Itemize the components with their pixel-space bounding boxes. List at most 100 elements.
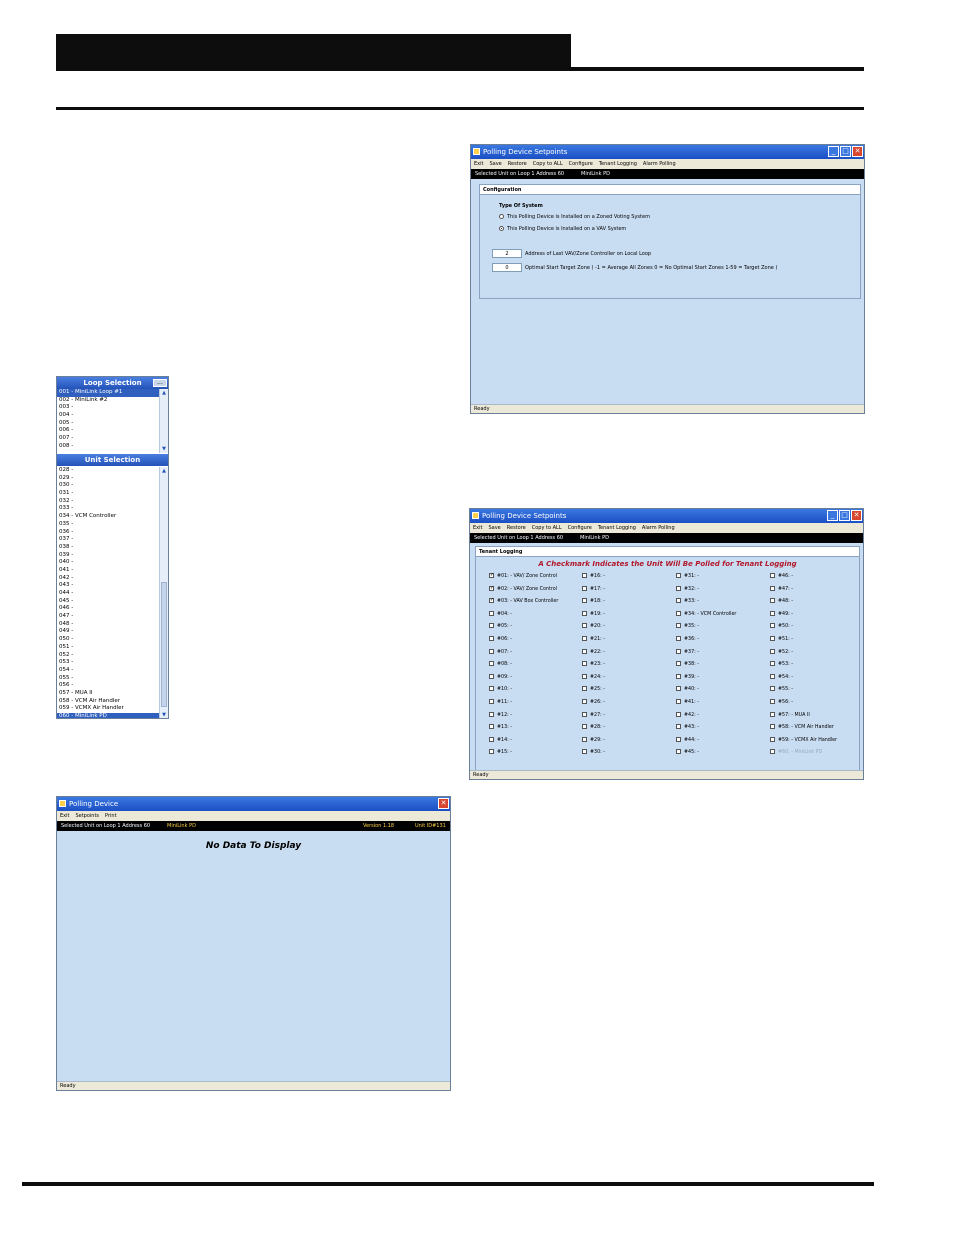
checkbox-icon[interactable]: [676, 598, 681, 604]
close-icon[interactable]: ✕: [438, 798, 449, 809]
tenant-checkbox-item[interactable]: #24: -: [582, 673, 605, 681]
menu-item[interactable]: Alarm Polling: [643, 161, 676, 167]
list-item[interactable]: 054 -: [57, 667, 159, 675]
checkbox-icon[interactable]: [489, 673, 494, 679]
menu-item[interactable]: Configure: [568, 525, 592, 531]
menu-item[interactable]: Copy to ALL: [533, 161, 563, 167]
list-item[interactable]: 043 -: [57, 582, 159, 590]
menu-item[interactable]: Print: [105, 813, 117, 819]
checkbox-icon[interactable]: [770, 673, 775, 679]
tenant-checkbox-item[interactable]: #08: -: [489, 661, 512, 668]
checkbox-icon[interactable]: [489, 661, 494, 667]
list-item[interactable]: 041 -: [57, 567, 159, 575]
tenant-checkbox-item[interactable]: #09: -: [489, 673, 512, 681]
menu-item[interactable]: Tenant Logging: [598, 525, 636, 531]
tenant-checkbox-item[interactable]: #32: -: [676, 585, 699, 593]
tenant-checkbox-item[interactable]: #52: -: [770, 648, 793, 656]
unit-scrollbar[interactable]: ▲ ▼: [159, 467, 168, 718]
minimize-icon[interactable]: _: [828, 146, 839, 157]
tenant-checkbox-item[interactable]: #36: -: [676, 636, 699, 643]
checkbox-icon[interactable]: [770, 724, 775, 730]
menu-item[interactable]: Save: [488, 525, 500, 531]
checkbox-icon[interactable]: [582, 661, 587, 667]
list-item[interactable]: 049 -: [57, 628, 159, 636]
tenant-checkbox-item[interactable]: ✓ #02: - VAV/ Zone Control: [489, 585, 557, 593]
tenant-checkbox-item[interactable]: #47: -: [770, 585, 793, 593]
tenant-checkbox-item[interactable]: #50: -: [770, 623, 793, 630]
tenant-checkbox-item[interactable]: #49: -: [770, 610, 793, 618]
tenant-checkbox-item[interactable]: #14: -: [489, 736, 512, 744]
list-item[interactable]: 047 -: [57, 613, 159, 621]
tenant-checkbox-item[interactable]: #57: - MUA II: [770, 711, 810, 719]
optimal-start-input[interactable]: 0: [492, 263, 522, 272]
checkbox-icon[interactable]: [489, 610, 494, 616]
checkbox-icon[interactable]: [676, 673, 681, 679]
checkbox-icon[interactable]: [676, 585, 681, 591]
checkbox-icon[interactable]: [582, 585, 587, 591]
tenant-checkbox-item[interactable]: #43: -: [676, 724, 699, 731]
checkbox-checked-icon[interactable]: ✓: [489, 573, 494, 578]
list-item[interactable]: 001 - MiniLink Loop #1: [57, 389, 159, 397]
menu-item[interactable]: Alarm Polling: [642, 525, 675, 531]
list-item[interactable]: 055 -: [57, 675, 159, 683]
tenant-checkbox-item[interactable]: #30: -: [582, 749, 605, 756]
tenant-checkbox-item[interactable]: #54: -: [770, 673, 793, 681]
tenant-checkbox-item[interactable]: #07: -: [489, 648, 512, 656]
checkbox-icon[interactable]: [676, 736, 681, 742]
tenant-checkbox-item[interactable]: #20: -: [582, 623, 605, 630]
list-item[interactable]: 040 -: [57, 559, 159, 567]
list-item[interactable]: 050 -: [57, 636, 159, 644]
menu-item[interactable]: Restore: [507, 525, 526, 531]
checkbox-icon[interactable]: [676, 724, 681, 730]
loop-list[interactable]: 001 - MiniLink Loop #1 002 - MiniLink #2 0…: [57, 389, 159, 453]
list-item[interactable]: 028 -: [57, 467, 159, 475]
checkbox-icon[interactable]: [676, 610, 681, 616]
checkbox-icon[interactable]: [489, 736, 494, 742]
tenant-checkbox-item[interactable]: #46: -: [770, 573, 793, 580]
checkbox-icon[interactable]: [582, 699, 587, 704]
list-item[interactable]: 051 -: [57, 644, 159, 652]
checkbox-icon[interactable]: [489, 636, 494, 641]
list-item[interactable]: 039 -: [57, 552, 159, 560]
list-item[interactable]: 058 - VCM Air Handler: [57, 698, 159, 706]
checkbox-icon[interactable]: [489, 648, 494, 654]
checkbox-checked-icon[interactable]: ✓: [489, 585, 494, 591]
menu-item[interactable]: Configure: [569, 161, 593, 167]
checkbox-icon[interactable]: [676, 699, 681, 704]
list-item[interactable]: 007 -: [57, 435, 159, 443]
menu-item[interactable]: Setpoints: [75, 813, 99, 819]
last-vav-input[interactable]: 2: [492, 249, 522, 258]
list-item[interactable]: 032 -: [57, 498, 159, 506]
list-item[interactable]: 002 - MiniLink #2: [57, 397, 159, 405]
loop-more-button[interactable]: ...: [153, 379, 167, 387]
tenant-checkbox-item[interactable]: #28: -: [582, 724, 605, 731]
tenant-checkbox-item[interactable]: ✓ #01: - VAV/ Zone Control: [489, 573, 557, 580]
list-item[interactable]: 057 - MUA II: [57, 690, 159, 698]
checkbox-icon[interactable]: [676, 636, 681, 641]
checkbox-icon[interactable]: [676, 648, 681, 654]
checkbox-icon[interactable]: [489, 711, 494, 717]
list-item[interactable]: 005 -: [57, 420, 159, 428]
menu-item[interactable]: Exit: [474, 161, 483, 167]
menu-item[interactable]: Restore: [508, 161, 527, 167]
tenant-checkbox-item[interactable]: #51: -: [770, 636, 793, 643]
tenant-checkbox-item[interactable]: #44: -: [676, 736, 699, 744]
tenant-checkbox-item[interactable]: #04: -: [489, 610, 512, 618]
list-item[interactable]: 029 -: [57, 475, 159, 483]
list-item[interactable]: 006 -: [57, 427, 159, 435]
list-item[interactable]: 060 - MiniLink PD: [57, 713, 159, 718]
list-item[interactable]: 053 -: [57, 659, 159, 667]
tenant-checkbox-item[interactable]: #23: -: [582, 661, 605, 668]
checkbox-icon[interactable]: [770, 699, 775, 704]
tenant-checkbox-item[interactable]: #16: -: [582, 573, 605, 580]
checkbox-icon[interactable]: [489, 724, 494, 730]
tenant-checkbox-item[interactable]: #19: -: [582, 610, 605, 618]
checkbox-icon[interactable]: [489, 623, 494, 629]
tenant-checkbox-item[interactable]: #42: -: [676, 711, 699, 719]
close-icon[interactable]: ✕: [851, 510, 862, 521]
list-item[interactable]: 003 -: [57, 404, 159, 412]
tenant-checkbox-item[interactable]: #29: -: [582, 736, 605, 744]
checkbox-icon[interactable]: [582, 648, 587, 654]
tenant-checkbox-item[interactable]: #40: -: [676, 686, 699, 693]
tenant-checkbox-item[interactable]: #21: -: [582, 636, 605, 643]
